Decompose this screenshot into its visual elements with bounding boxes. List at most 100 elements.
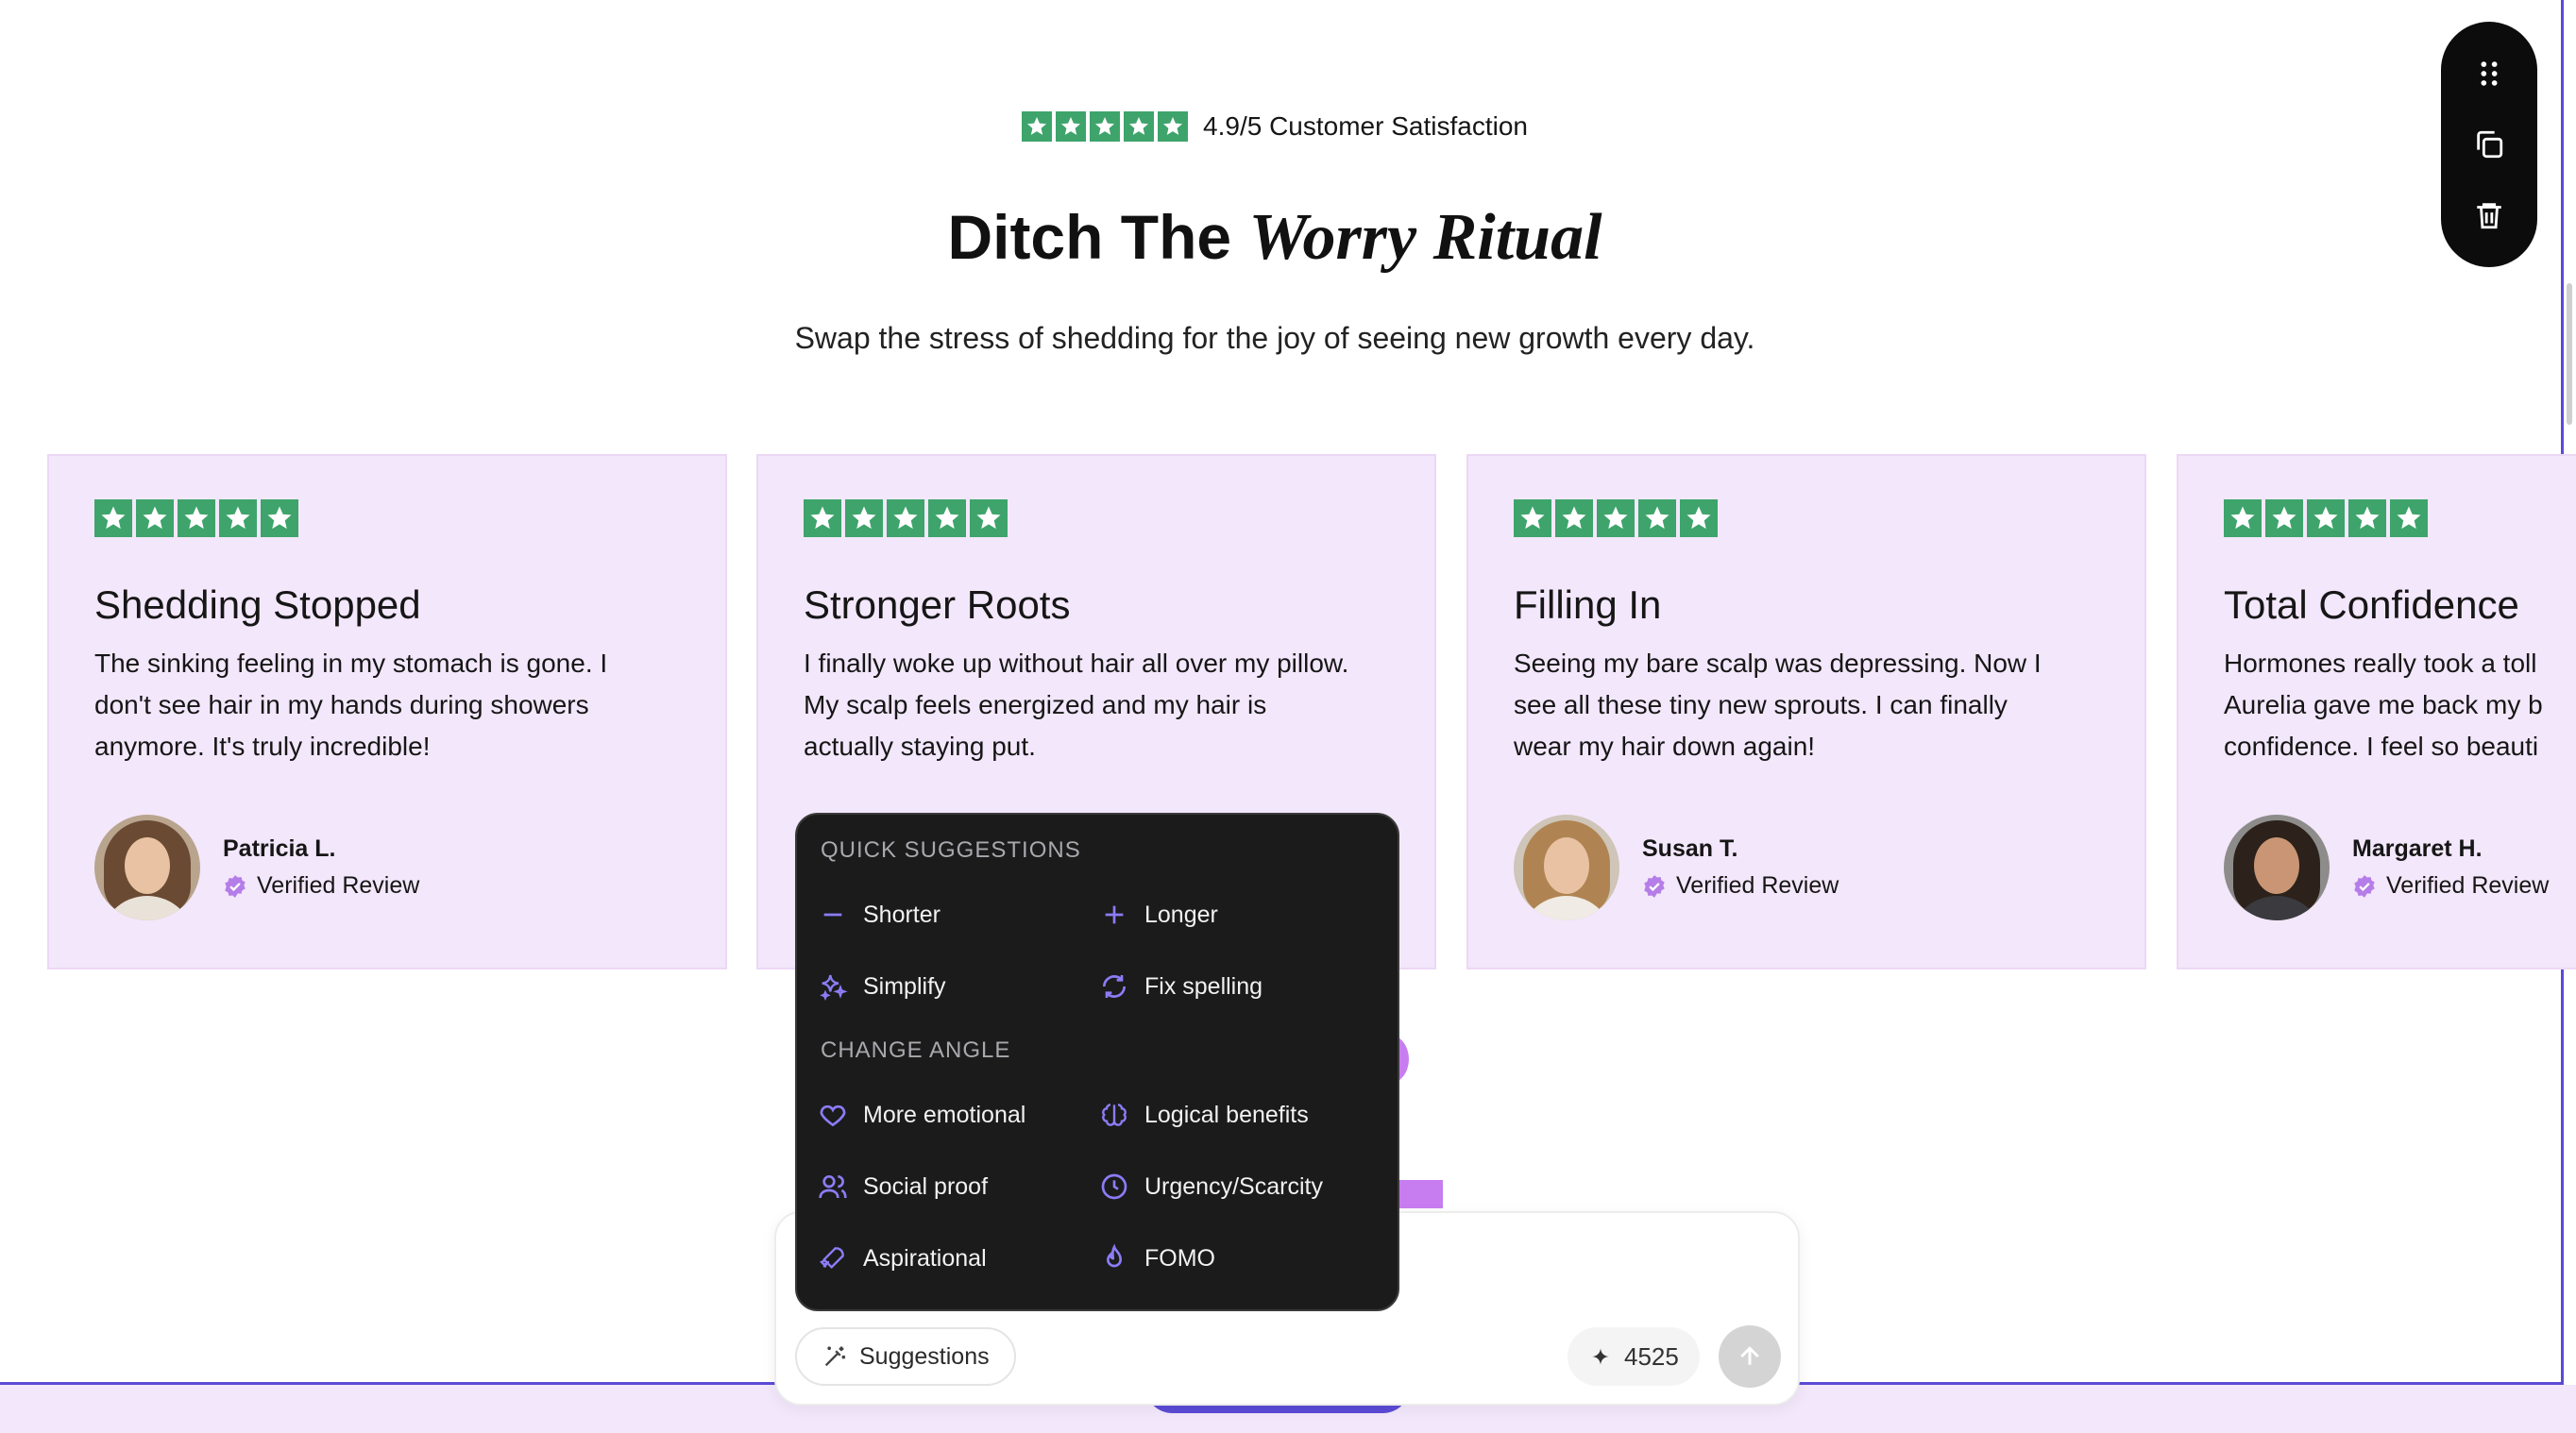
card-title[interactable]: Total Confidence <box>2224 582 2545 628</box>
refresh-icon <box>1103 975 1126 998</box>
review-card[interactable]: Total Confidence Hormones really took a … <box>2177 454 2576 969</box>
change-angle-heading: CHANGE ANGLE <box>821 1037 1011 1063</box>
credits-badge: 4525 <box>1568 1327 1700 1386</box>
brain-icon <box>1102 1104 1127 1126</box>
page-scrollbar[interactable] <box>2567 283 2572 425</box>
section-subheading[interactable]: Swap the stress of shedding for the joy … <box>0 321 2550 356</box>
angle-more-emotional[interactable]: More emotional <box>818 1094 1025 1136</box>
suggestion-simplify[interactable]: Simplify <box>818 966 946 1007</box>
suggestion-label: Simplify <box>863 972 946 1000</box>
card-body-line: I finally woke up without hair all over … <box>804 649 1349 678</box>
angle-label: Logical benefits <box>1144 1101 1309 1128</box>
card-rating-stars <box>804 499 1389 537</box>
card-title[interactable]: Stronger Roots <box>804 582 1389 628</box>
star-icon <box>2348 499 2386 537</box>
angle-label: Aspirational <box>863 1244 987 1272</box>
verified-review: Verified Review <box>2352 872 2549 900</box>
card-title[interactable]: Filling In <box>1514 582 2099 628</box>
angle-label: More emotional <box>863 1101 1026 1128</box>
verified-badge-icon <box>225 874 246 898</box>
verified-review: Verified Review <box>1642 872 1839 900</box>
reviewer-name: Patricia L. <box>223 835 336 862</box>
star-icon <box>1124 111 1155 142</box>
card-body-line: anymore. It's truly incredible! <box>94 732 431 761</box>
angle-social-proof[interactable]: Social proof <box>818 1166 988 1207</box>
card-body-line: Hormones really took a toll <box>2224 649 2537 678</box>
star-icon <box>94 499 132 537</box>
sparkles-icon <box>820 974 848 1002</box>
card-rating-stars <box>94 499 680 537</box>
verified-label: Verified Review <box>257 872 420 899</box>
users-icon <box>819 1175 847 1199</box>
star-icon <box>845 499 883 537</box>
star-icon <box>219 499 257 537</box>
star-icon <box>1022 111 1053 142</box>
card-body-line: confidence. I feel so beauti <box>2224 732 2539 761</box>
star-icon <box>887 499 924 537</box>
flame-icon <box>1106 1243 1123 1268</box>
star-icon <box>2390 499 2428 537</box>
card-title[interactable]: Shedding Stopped <box>94 582 680 628</box>
section-toolbar <box>2441 22 2537 267</box>
angle-aspirational[interactable]: Aspirational <box>818 1238 987 1279</box>
star-icon <box>804 499 841 537</box>
heading-plain: Ditch The <box>947 202 1249 272</box>
suggestion-shorter[interactable]: Shorter <box>818 894 941 936</box>
star-icon <box>2265 499 2303 537</box>
angle-fomo[interactable]: FOMO <box>1099 1238 1215 1279</box>
star-icon <box>178 499 215 537</box>
sparkle-icon <box>1592 1348 1609 1365</box>
drag-handle-icon[interactable] <box>2463 47 2516 100</box>
suggestion-longer[interactable]: Longer <box>1099 894 1218 936</box>
card-body-line: Seeing my bare scalp was depressing. Now… <box>1514 649 2042 678</box>
star-icon <box>1090 111 1121 142</box>
review-card[interactable]: Filling In Seeing my bare scalp was depr… <box>1466 454 2146 969</box>
verified-label: Verified Review <box>2386 872 2550 899</box>
card-body[interactable]: Hormones really took a toll Aurelia gave… <box>2224 643 2576 767</box>
star-icon <box>1514 499 1551 537</box>
card-body-line: actually staying put. <box>804 732 1036 761</box>
card-body-line: don't see hair in my hands during shower… <box>94 690 589 719</box>
review-card[interactable]: Shedding Stopped The sinking feeling in … <box>47 454 727 969</box>
card-body-line: wear my hair down again! <box>1514 732 1816 761</box>
avatar <box>1514 815 1619 920</box>
suggestion-fix-spelling[interactable]: Fix spelling <box>1099 966 1263 1007</box>
verified-label: Verified Review <box>1676 872 1839 899</box>
arrow-up-icon <box>1740 1346 1759 1365</box>
angle-urgency-scarcity[interactable]: Urgency/Scarcity <box>1099 1166 1323 1207</box>
rating-summary: 4.9/5 Customer Satisfaction <box>0 111 2550 142</box>
trash-icon[interactable] <box>2463 189 2516 242</box>
star-icon <box>2307 499 2345 537</box>
card-body[interactable]: The sinking feeling in my stomach is gon… <box>94 643 684 767</box>
avatar <box>94 815 200 920</box>
card-body[interactable]: I finally woke up without hair all over … <box>804 643 1393 767</box>
suggestions-button[interactable]: Suggestions <box>795 1327 1016 1386</box>
reviewer-name: Margaret H. <box>2352 835 2483 862</box>
card-body-line: see all these tiny new sprouts. I can fi… <box>1514 690 2008 719</box>
minus-icon <box>823 913 842 917</box>
card-body[interactable]: Seeing my bare scalp was depressing. Now… <box>1514 643 2103 767</box>
star-icon <box>1158 111 1189 142</box>
rocket-icon <box>819 1247 844 1270</box>
verified-badge-icon <box>1644 874 1665 898</box>
angle-label: Social proof <box>863 1172 989 1200</box>
heart-icon <box>820 1104 846 1127</box>
send-button[interactable] <box>1719 1325 1781 1388</box>
star-icon <box>1555 499 1593 537</box>
verified-review: Verified Review <box>223 872 419 900</box>
verified-badge-icon <box>2354 874 2375 898</box>
reviewer: Susan T. Verified Review <box>1514 815 1839 920</box>
star-icon <box>1056 111 1087 142</box>
rating-text: 4.9/5 Customer Satisfaction <box>1203 111 1528 141</box>
suggestion-label: Longer <box>1144 901 1218 928</box>
rating-stars <box>1022 111 1189 142</box>
section-heading[interactable]: Ditch The Worry Ritual <box>0 200 2550 276</box>
reviewer-name: Susan T. <box>1642 835 1738 862</box>
duplicate-icon[interactable] <box>2463 118 2516 171</box>
angle-logical-benefits[interactable]: Logical benefits <box>1099 1094 1309 1136</box>
angle-label: Urgency/Scarcity <box>1144 1172 1323 1200</box>
suggestion-label: Fix spelling <box>1144 972 1263 1000</box>
magic-wand-icon <box>824 1346 846 1367</box>
card-body-line: Aurelia gave me back my b <box>2224 690 2543 719</box>
reviewer: Margaret H. Verified Review <box>2224 815 2549 920</box>
